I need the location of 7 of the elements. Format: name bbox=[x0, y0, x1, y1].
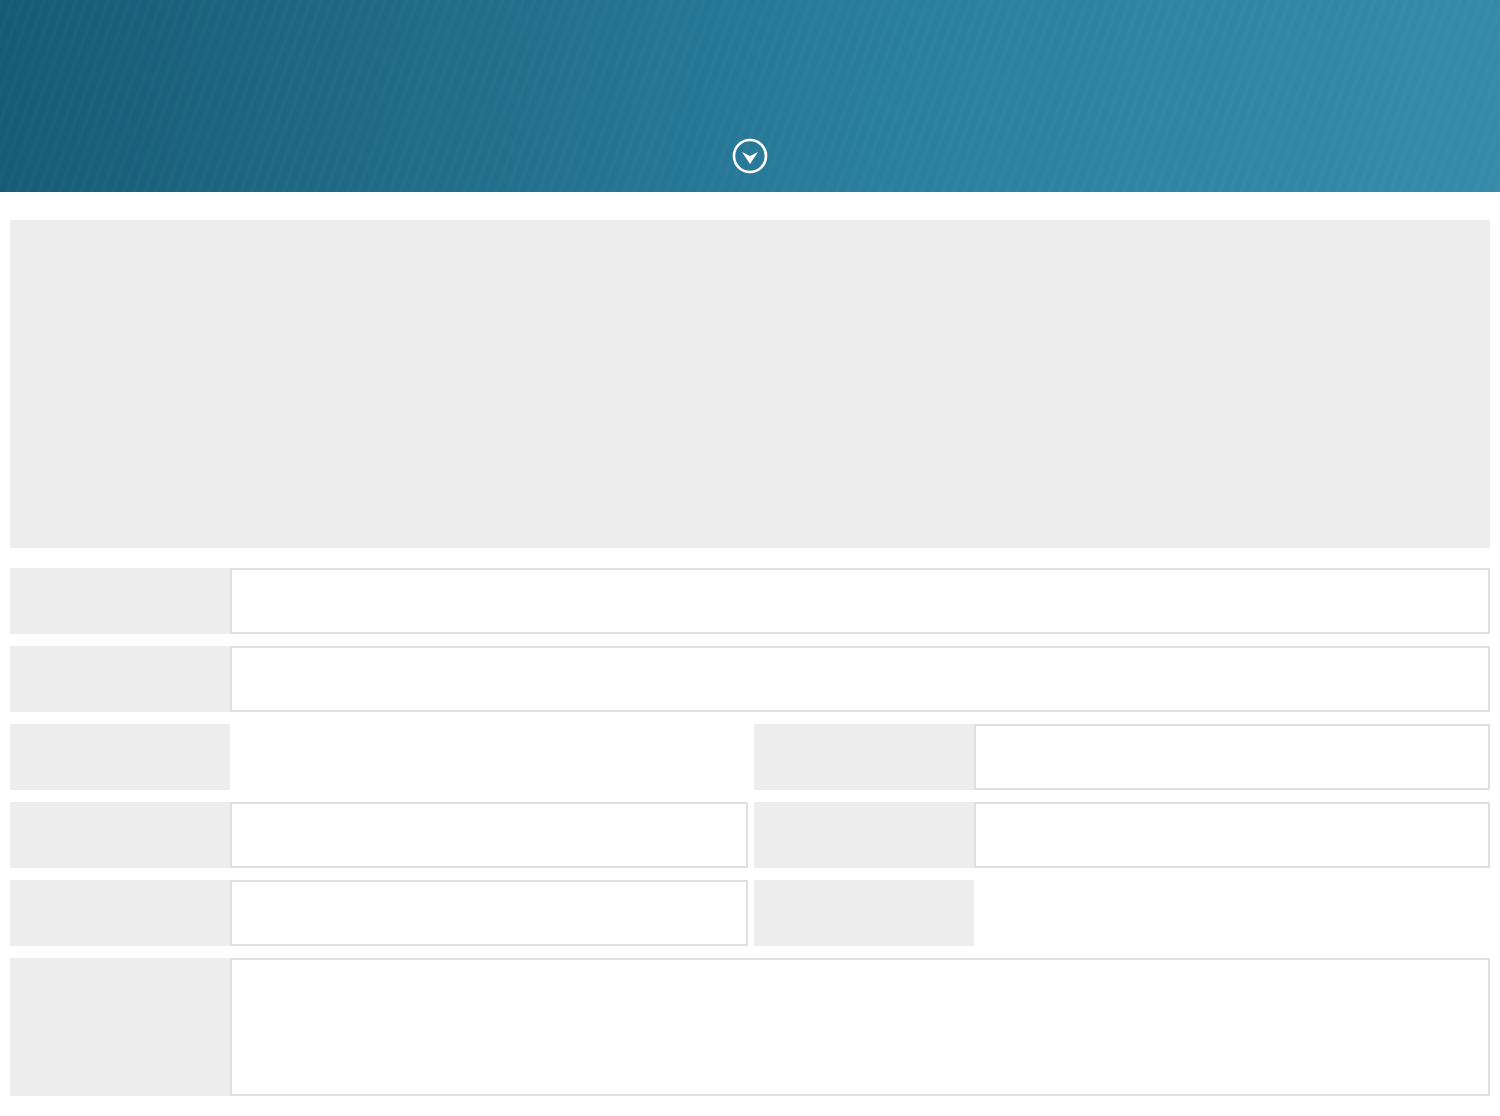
input-field[interactable] bbox=[230, 880, 747, 946]
input-field[interactable] bbox=[230, 646, 1490, 712]
input-field[interactable] bbox=[230, 568, 1490, 634]
input-field[interactable] bbox=[973, 802, 1490, 868]
input-field[interactable] bbox=[230, 958, 1490, 1096]
input-field[interactable] bbox=[230, 802, 747, 868]
input-field[interactable] bbox=[973, 724, 1490, 790]
